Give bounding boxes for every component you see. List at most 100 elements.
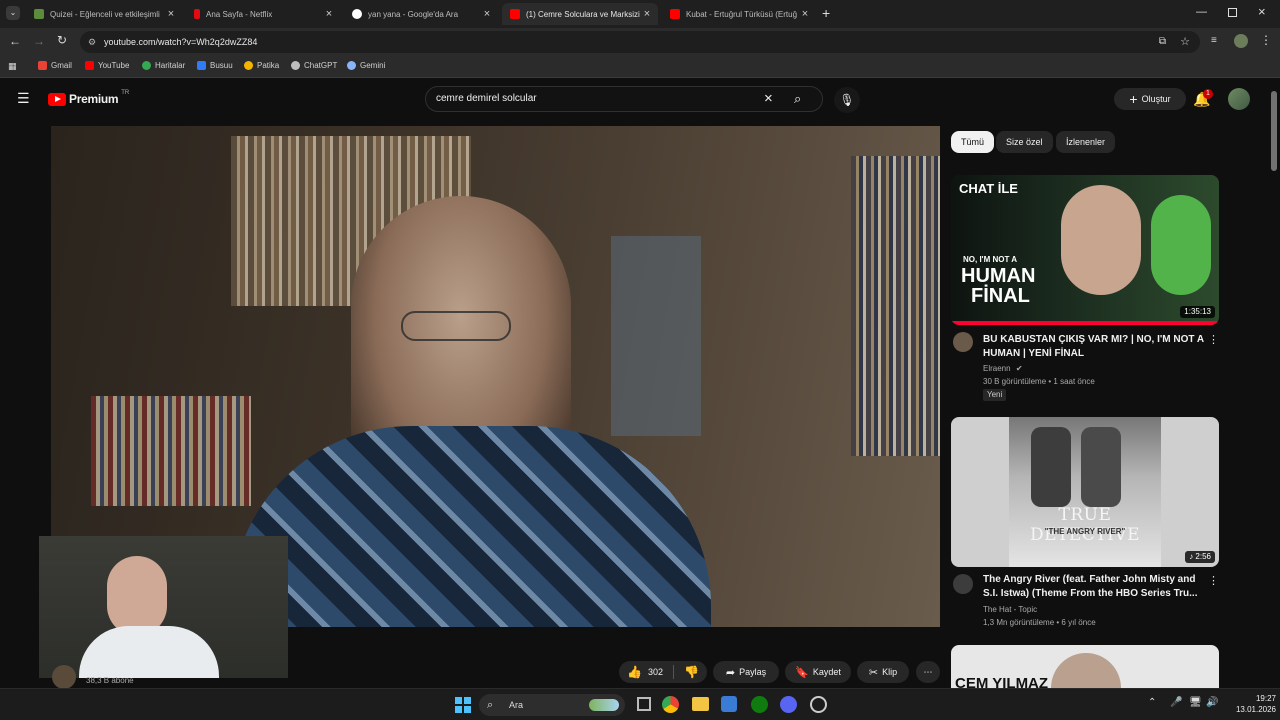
windows-taskbar: ⌕ Ara ⌃ 🎤 🖥 🔊 19:27 13.01.2026 (0, 688, 1280, 720)
channel-name[interactable]: Elraenn ✔ (983, 364, 1023, 373)
clip-button[interactable]: ✂ Klip (857, 661, 909, 683)
search-icon[interactable]: ⌕ (794, 91, 801, 107)
tab-quizei[interactable]: Quizei - Eğlenceli ve etkileşimli × (26, 3, 182, 25)
steam-icon[interactable] (810, 696, 827, 713)
share-button[interactable]: ➦ Paylaş (713, 661, 779, 683)
bookmark-patika[interactable]: Patika (244, 61, 279, 70)
thumb-text: "THE ANGRY RIVER" (1044, 527, 1126, 536)
bookmark-star-icon[interactable]: ☆ (1180, 31, 1190, 53)
channel-avatar[interactable] (52, 665, 76, 688)
site-info-icon[interactable]: ⚙ (88, 31, 96, 53)
recommendation-title-2[interactable]: The Angry River (feat. Father John Misty… (983, 573, 1198, 601)
duration-badge: ♪ 2:56 (1185, 551, 1215, 563)
thumbs-up-icon: 👍 (627, 665, 642, 679)
reading-list-icon[interactable]: ≡ (1211, 35, 1217, 46)
network-icon[interactable]: 🖥 (1189, 697, 1202, 708)
minimize-icon[interactable]: — (1196, 6, 1207, 18)
close-tab-icon[interactable]: × (798, 8, 812, 20)
hamburger-menu-icon[interactable]: ☰ (17, 91, 30, 105)
close-tab-icon[interactable]: × (164, 8, 178, 20)
clock-time: 19:27 (1255, 694, 1276, 703)
more-vertical-icon[interactable]: ⋮ (1208, 333, 1219, 346)
apps-grid-icon[interactable]: ▦ (8, 61, 17, 72)
windows-start-icon[interactable] (455, 697, 471, 713)
xbox-icon[interactable] (751, 696, 768, 713)
tab-title: Quizei - Eğlenceli ve etkileşimli (50, 9, 160, 19)
bookmarks-bar: ▦ Gmail YouTube Haritalar Busuu Patika C… (0, 56, 1280, 78)
save-button[interactable]: 🔖 Kaydet (785, 661, 851, 683)
chip-for-you[interactable]: Size özel (996, 131, 1053, 153)
share-icon: ➦ (725, 666, 736, 679)
thumb-text: TRUE DETECTIVE (1029, 505, 1141, 545)
like-button[interactable]: 👍 302 (627, 665, 663, 679)
person-shirt (231, 426, 711, 627)
tab-netflix[interactable]: Ana Sayfa - Netflix × (186, 3, 340, 25)
tab-youtube-active[interactable]: (1) Cemre Solculara ve Marksizi × (502, 3, 658, 25)
discord-icon[interactable] (780, 696, 797, 713)
channel-avatar[interactable] (953, 574, 973, 594)
watch-progress-bar (951, 321, 1219, 325)
bookmark-gmail[interactable]: Gmail (38, 61, 72, 70)
more-vertical-icon[interactable]: ⋮ (1208, 574, 1219, 587)
recommendation-thumbnail-2[interactable]: TRUE DETECTIVE "THE ANGRY RIVER" ♪ 2:56 (951, 417, 1219, 567)
microphone-icon[interactable]: 🎤 (1170, 697, 1182, 708)
youtube-favicon-icon (670, 9, 680, 19)
create-button[interactable]: + Oluştur (1114, 88, 1186, 110)
volume-icon[interactable]: 🔊 (1206, 697, 1218, 708)
bookmark-youtube[interactable]: YouTube (85, 61, 129, 70)
bookmark-busuu[interactable]: Busuu (197, 61, 233, 70)
page-scrollbar[interactable] (1271, 91, 1277, 171)
bookmark-gemini[interactable]: Gemini (347, 61, 385, 70)
bookmark-maps[interactable]: Haritalar (142, 61, 185, 70)
thumbs-down-icon[interactable]: 👎 (684, 665, 699, 679)
new-tab-icon[interactable]: + (822, 6, 830, 20)
scissors-icon: ✂ (868, 666, 879, 679)
browser-tab-strip: ⌄ Quizei - Eğlenceli ve etkileşimli × An… (0, 0, 1280, 28)
youtube-premium-logo[interactable]: Premium TR (48, 90, 129, 106)
channel-name[interactable]: The Hat - Topic (983, 605, 1037, 614)
tab-youtube-kubat[interactable]: Kubat - Ertuğrul Türküsü (Ertuğ × (662, 3, 816, 25)
reload-icon[interactable]: ↻ (57, 33, 67, 47)
recommendation-thumbnail-3[interactable]: CEM YILMAZ (951, 645, 1219, 688)
account-avatar[interactable] (1228, 88, 1250, 110)
tab-google-search[interactable]: yan yana - Google'da Ara × (344, 3, 498, 25)
subscriber-count: 38,3 B abone (86, 676, 134, 685)
chip-watched[interactable]: İzlenenler (1056, 131, 1116, 153)
recommendation-thumbnail-1[interactable]: CHAT İLE NO, I'M NOT A HUMAN FİNAL 1:35:… (951, 175, 1219, 325)
bookmark-chatgpt[interactable]: ChatGPT (291, 61, 337, 70)
profile-avatar[interactable] (1234, 34, 1248, 48)
maps-pin-icon (142, 61, 151, 70)
browser-menu-icon[interactable]: ⋮ (1260, 33, 1272, 47)
facecam-hoodie (79, 626, 219, 678)
clock[interactable]: 19:27 13.01.2026 (1226, 693, 1276, 715)
search-box[interactable]: cemre demirel solcular × ⌕ (425, 86, 823, 112)
facecam-overlay (39, 536, 288, 678)
file-explorer-icon[interactable] (692, 697, 709, 711)
close-tab-icon[interactable]: × (640, 8, 654, 20)
chip-all[interactable]: Tümü (951, 131, 995, 153)
show-hidden-icons[interactable]: ⌃ (1148, 697, 1156, 708)
taskbar-search[interactable]: ⌕ Ara (479, 694, 625, 716)
microsoft-store-icon[interactable] (721, 696, 737, 712)
forward-icon[interactable]: → (33, 34, 45, 48)
chrome-taskbar-icon[interactable] (662, 696, 679, 713)
task-view-icon[interactable] (637, 697, 651, 711)
close-tab-icon[interactable]: × (322, 8, 336, 20)
close-window-icon[interactable]: × (1258, 4, 1266, 19)
search-input[interactable]: cemre demirel solcular (436, 93, 537, 104)
recommendation-title-1[interactable]: BU KABUSTAN ÇIKIŞ VAR MI? | NO, I'M NOT … (983, 333, 1204, 361)
back-icon[interactable]: ← (9, 34, 21, 48)
close-tab-icon[interactable]: × (480, 8, 494, 20)
voice-search-icon[interactable]: 🎙 (834, 87, 860, 113)
clear-search-icon[interactable]: × (764, 90, 773, 107)
title-line: BU KABUSTAN ÇIKIŞ VAR MI? | NO, I'M NOT … (983, 334, 1205, 345)
like-count: 302 (647, 667, 664, 677)
busuu-icon (197, 61, 206, 70)
address-bar[interactable]: ⚙ youtube.com/watch?v=Wh2q2dwZZ84 ⧉ ☆ (80, 31, 1200, 53)
more-actions-button[interactable]: ⋯ (916, 661, 940, 683)
clip-label: Klip (882, 667, 898, 677)
channel-avatar[interactable] (953, 332, 973, 352)
tab-search-icon[interactable]: ⌄ (6, 6, 20, 20)
restore-icon[interactable] (1228, 8, 1237, 17)
cast-icon[interactable]: ⧉ (1159, 31, 1166, 53)
